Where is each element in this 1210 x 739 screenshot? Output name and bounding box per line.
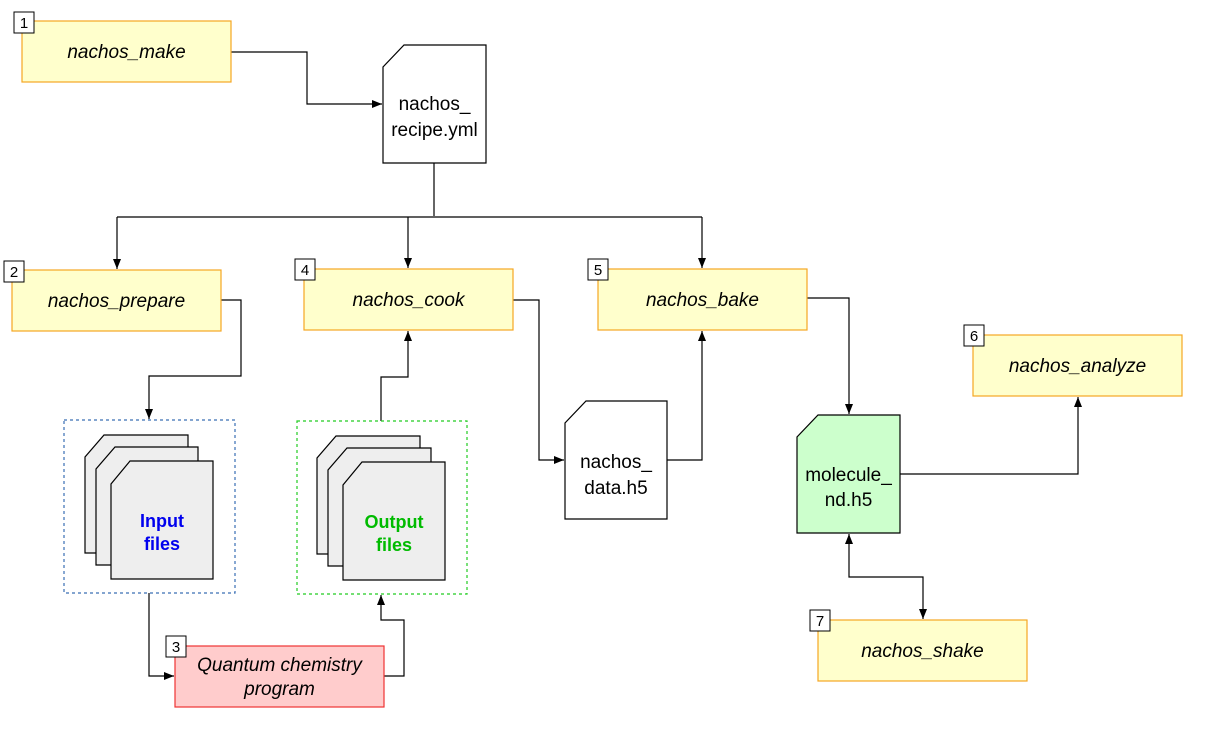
process-label: nachos_bake [646,290,759,311]
step-badge: 5 [594,262,602,279]
output-files-group: Output files [296,420,468,595]
step-badge: 7 [816,613,824,630]
process-label: nachos_cook [353,290,466,311]
file-label: data.h5 [584,478,647,499]
process-label: nachos_prepare [48,291,185,312]
input-files-group: Input files [63,419,236,594]
process-label: program [243,679,315,700]
file-label: files [144,534,180,554]
process-nachos-prepare: nachos_prepare 2 [3,260,222,332]
file-label: files [376,535,412,555]
file-label: nachos_ [580,452,652,473]
file-molecule-nd: molecule_ nd.h5 [796,414,901,534]
arrow-cook-to-data [513,299,564,464]
file-label: molecule_ [805,465,892,486]
arrow-output-to-cook [380,331,412,421]
arrow-molecule-shake [845,534,927,619]
arrow-data-to-bake [667,331,706,461]
step-badge: 6 [970,328,978,345]
arrow-input-to-program [148,593,174,680]
file-label: Output [365,512,424,532]
arrow-bake-to-molecule [807,297,853,414]
process-nachos-make: nachos_make 1 [13,11,232,83]
step-badge: 3 [172,639,180,656]
process-label: Quantum chemistry [197,655,363,676]
file-label: recipe.yml [391,120,478,141]
process-nachos-analyze: nachos_analyze 6 [963,324,1183,397]
process-label: nachos_analyze [1009,356,1146,377]
connectors [113,51,1082,680]
step-badge: 2 [10,264,18,281]
workflow-diagram: nachos_make 1 nachos_ recipe.yml nachos_… [3,11,1183,708]
file-label: nd.h5 [825,490,873,511]
process-nachos-shake: nachos_shake 7 [809,609,1028,682]
step-badge: 1 [20,15,28,32]
file-nachos-data: nachos_ data.h5 [564,400,668,520]
process-label: nachos_shake [861,641,984,662]
file-label: Input [140,511,184,531]
process-nachos-cook: nachos_cook 4 [294,258,514,331]
arrow-molecule-to-analyze [900,397,1082,475]
step-badge: 4 [301,262,309,279]
process-nachos-bake: nachos_bake 5 [587,258,808,331]
arrow-make-to-recipe [231,51,382,108]
process-label: nachos_make [67,42,185,63]
file-label: nachos_ [399,94,471,115]
file-nachos-recipe: nachos_ recipe.yml [382,44,487,164]
process-quantum-chemistry-program: Quantum chemistry program 3 [165,635,385,708]
